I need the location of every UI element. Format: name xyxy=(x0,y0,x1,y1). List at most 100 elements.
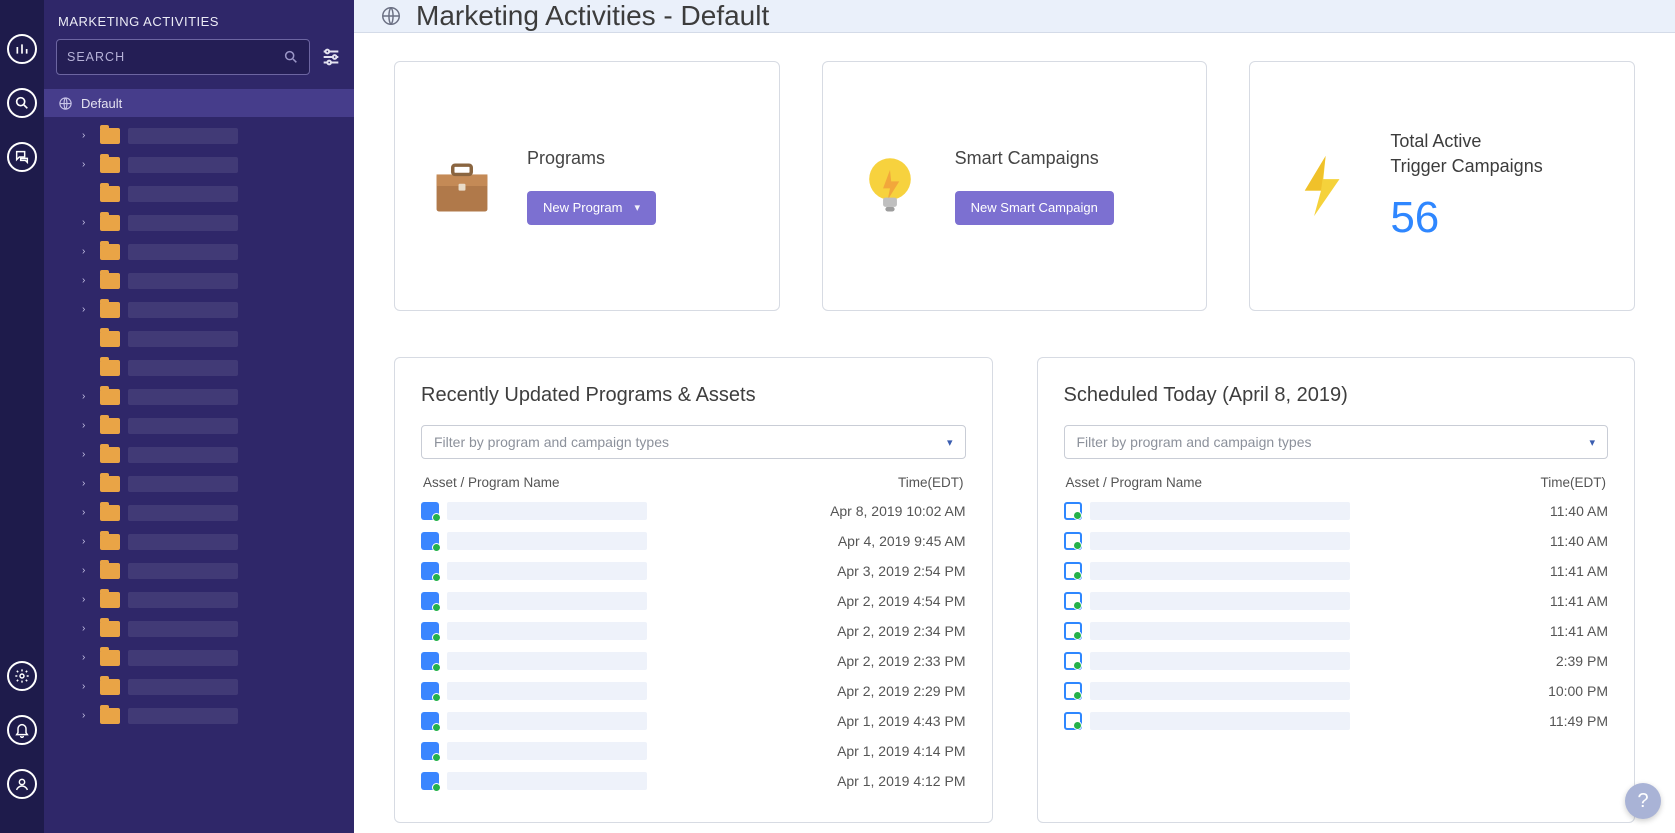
nav-search-icon[interactable] xyxy=(7,88,37,118)
row-time: Apr 1, 2019 4:12 PM xyxy=(837,773,965,789)
campaign-icon xyxy=(1064,712,1082,730)
asset-type-icon xyxy=(421,682,439,700)
briefcase-icon xyxy=(419,149,505,223)
redacted-label xyxy=(128,157,238,173)
redacted-label xyxy=(128,592,238,608)
table-row[interactable]: Apr 2, 2019 2:33 PM xyxy=(421,646,966,676)
tree-folder-item[interactable]: › xyxy=(44,440,354,469)
folder-icon xyxy=(100,360,120,376)
redacted-label xyxy=(128,447,238,463)
redacted-name xyxy=(447,502,647,520)
tree-folder-item[interactable]: › xyxy=(44,382,354,411)
chevron-down-icon: ▾ xyxy=(947,436,953,449)
tree-folder-item[interactable]: › xyxy=(44,266,354,295)
folder-icon xyxy=(100,447,120,463)
recent-filter-select[interactable]: Filter by program and campaign types ▾ xyxy=(421,425,966,459)
folder-icon xyxy=(100,621,120,637)
tree-folder-item[interactable]: › xyxy=(44,643,354,672)
table-row[interactable]: 11:41 AM xyxy=(1064,556,1609,586)
redacted-label xyxy=(128,331,238,347)
new-smart-campaign-button[interactable]: New Smart Campaign xyxy=(955,191,1114,225)
nav-notifications-icon[interactable] xyxy=(7,715,37,745)
filter-settings-icon[interactable] xyxy=(320,46,342,68)
help-button[interactable]: ? xyxy=(1625,783,1661,819)
chevron-right-icon: › xyxy=(82,217,85,228)
tree-folder-item[interactable]: › xyxy=(44,556,354,585)
table-row[interactable]: Apr 8, 2019 10:02 AM xyxy=(421,496,966,526)
tree-folder-item[interactable]: › xyxy=(44,121,354,150)
nav-marketing-icon[interactable] xyxy=(7,34,37,64)
scheduled-filter-select[interactable]: Filter by program and campaign types ▾ xyxy=(1064,425,1609,459)
tree-root-label: Default xyxy=(81,96,122,111)
redacted-label xyxy=(128,360,238,376)
tree-folder-item[interactable]: › xyxy=(44,498,354,527)
table-row[interactable]: 11:41 AM xyxy=(1064,616,1609,646)
chevron-right-icon: › xyxy=(82,391,85,402)
table-row[interactable]: Apr 2, 2019 2:29 PM xyxy=(421,676,966,706)
scheduled-panel: Scheduled Today (April 8, 2019) Filter b… xyxy=(1037,357,1636,823)
table-row[interactable]: 11:41 AM xyxy=(1064,586,1609,616)
row-time: Apr 8, 2019 10:02 AM xyxy=(830,503,965,519)
chevron-right-icon: › xyxy=(82,507,85,518)
table-row[interactable]: Apr 2, 2019 2:34 PM xyxy=(421,616,966,646)
tree-folder-item[interactable]: › xyxy=(44,208,354,237)
tree-folder-item[interactable]: › xyxy=(44,353,354,382)
redacted-name xyxy=(447,532,647,550)
tree-folder-item[interactable]: › xyxy=(44,701,354,730)
tree-folder-item[interactable]: › xyxy=(44,411,354,440)
search-input[interactable] xyxy=(67,50,283,64)
nav-settings-icon[interactable] xyxy=(7,661,37,691)
globe-icon xyxy=(380,5,402,27)
campaign-icon xyxy=(1064,502,1082,520)
campaign-icon xyxy=(1064,622,1082,640)
recent-title: Recently Updated Programs & Assets xyxy=(421,384,966,407)
folder-icon xyxy=(100,186,120,202)
tree-folder-item[interactable]: › xyxy=(44,324,354,353)
trigger-label-2: Trigger Campaigns xyxy=(1390,154,1542,179)
folder-icon xyxy=(100,215,120,231)
tree-folder-item[interactable]: › xyxy=(44,179,354,208)
table-row[interactable]: Apr 1, 2019 4:43 PM xyxy=(421,706,966,736)
table-row[interactable]: 10:00 PM xyxy=(1064,676,1609,706)
tree-root-item[interactable]: Default xyxy=(44,89,354,117)
new-program-label: New Program xyxy=(543,200,622,215)
redacted-label xyxy=(128,650,238,666)
chevron-right-icon: › xyxy=(82,246,85,257)
tree-folder-item[interactable]: › xyxy=(44,672,354,701)
redacted-name xyxy=(447,592,647,610)
tree-folder-item[interactable]: › xyxy=(44,585,354,614)
redacted-name xyxy=(1090,682,1350,700)
table-row[interactable]: 11:40 AM xyxy=(1064,496,1609,526)
redacted-label xyxy=(128,244,238,260)
redacted-label xyxy=(128,621,238,637)
chevron-right-icon: › xyxy=(82,159,85,170)
table-row[interactable]: 2:39 PM xyxy=(1064,646,1609,676)
redacted-label xyxy=(128,186,238,202)
folder-icon xyxy=(100,592,120,608)
tree-folder-item[interactable]: › xyxy=(44,469,354,498)
table-row[interactable]: 11:49 PM xyxy=(1064,706,1609,736)
table-row[interactable]: Apr 2, 2019 4:54 PM xyxy=(421,586,966,616)
table-row[interactable]: Apr 1, 2019 4:14 PM xyxy=(421,736,966,766)
tree-folder-item[interactable]: › xyxy=(44,237,354,266)
tree-folder-item[interactable]: › xyxy=(44,295,354,324)
asset-type-icon xyxy=(421,502,439,520)
tree-folder-item[interactable]: › xyxy=(44,527,354,556)
tree-folder-item[interactable]: › xyxy=(44,614,354,643)
table-row[interactable]: Apr 3, 2019 2:54 PM xyxy=(421,556,966,586)
nav-chat-icon[interactable] xyxy=(7,142,37,172)
folder-icon xyxy=(100,244,120,260)
tree-title: MARKETING ACTIVITIES xyxy=(44,0,354,29)
chevron-right-icon: › xyxy=(82,478,85,489)
redacted-label xyxy=(128,273,238,289)
table-row[interactable]: 11:40 AM xyxy=(1064,526,1609,556)
tree-search[interactable] xyxy=(56,39,310,75)
tree-folder-item[interactable]: › xyxy=(44,150,354,179)
redacted-name xyxy=(447,622,647,640)
redacted-label xyxy=(128,563,238,579)
campaign-icon xyxy=(1064,562,1082,580)
table-row[interactable]: Apr 4, 2019 9:45 AM xyxy=(421,526,966,556)
table-row[interactable]: Apr 1, 2019 4:12 PM xyxy=(421,766,966,796)
nav-profile-icon[interactable] xyxy=(7,769,37,799)
new-program-button[interactable]: New Program ▾ xyxy=(527,191,656,225)
